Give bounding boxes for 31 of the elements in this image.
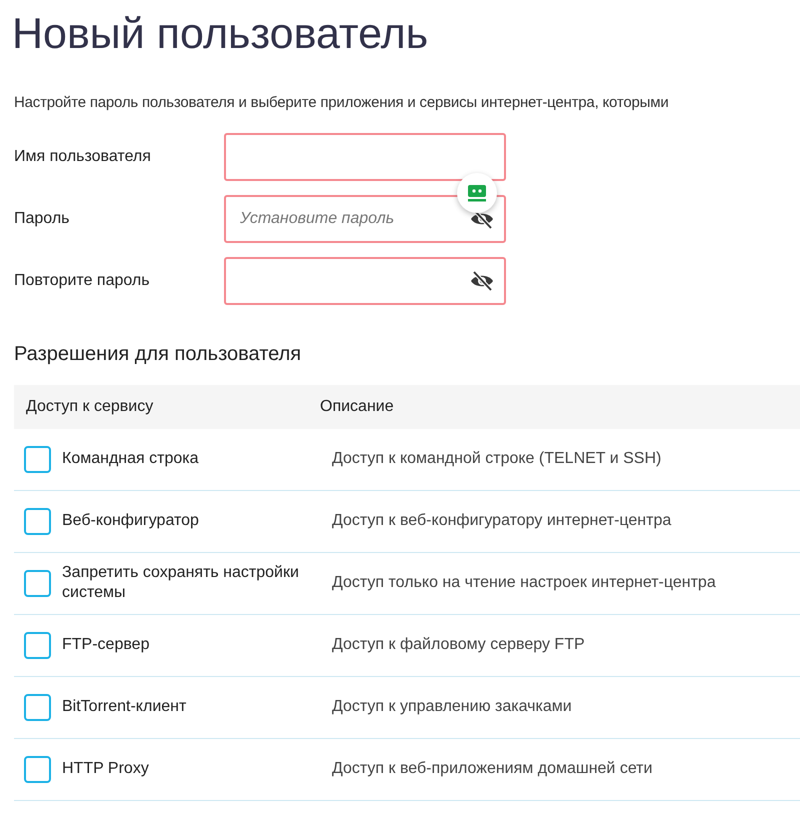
field-label: Повторите пароль [14,270,151,290]
service-name: FTP-сервер [62,635,150,655]
field-label: Пароль [14,208,71,228]
service-description: Доступ к файловому серверу FTP [332,635,585,655]
service-name: BitTorrent-клиент [62,697,186,717]
checkbox[interactable] [24,508,51,534]
service-description: Доступ к веб-конфигуратору интернет-центра [332,511,672,531]
input-field[interactable]: Установите пароль [224,194,506,242]
column-header: Доступ к сервису [25,396,154,416]
column-header: Описание [320,396,394,416]
input-field[interactable] [224,132,506,180]
service-name: Веб-конфигуратор [62,511,199,531]
checkbox[interactable] [24,570,51,596]
service-description: Доступ к веб-приложениям домашней сети [332,759,652,779]
section-heading: Разрешения для пользователя [14,342,302,366]
field-label: Имя пользователя [14,146,152,166]
eye-hidden-icon[interactable] [470,270,494,290]
intro-text: Настройте пароль пользователя и выберите приложения и сервисы интернет-центра, которыми [14,93,669,113]
checkbox[interactable] [24,446,51,472]
service-description: Доступ только на чтение настроек интернет-центра [332,573,716,593]
robot-icon [467,184,487,202]
input-field[interactable] [224,256,506,304]
page-title: Новый пользователь [12,9,428,60]
checkbox[interactable] [24,694,51,720]
service-description: Доступ к командной строке (TELNET и SSH) [332,449,662,469]
checkbox[interactable] [24,756,51,782]
service-name: Командная строка [62,449,199,469]
service-description: Доступ к управлению закачками [332,697,572,717]
service-name: Запретить сохранять настройки системы [62,563,300,603]
service-name: HTTP Proxy [62,759,149,779]
checkbox[interactable] [24,632,51,658]
